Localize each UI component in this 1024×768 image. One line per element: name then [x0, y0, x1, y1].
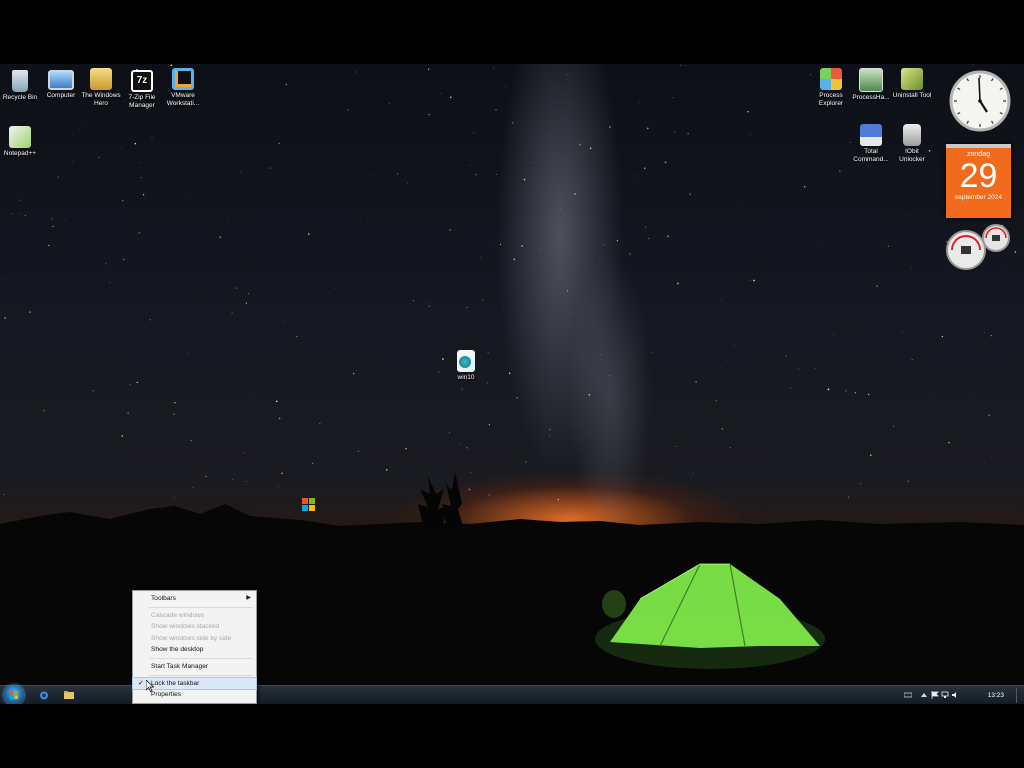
- clock-minute-hand: [978, 77, 981, 102]
- folder-icon: [90, 68, 112, 90]
- checkmark-icon: ✓: [138, 679, 144, 687]
- taskbar-ie-button[interactable]: [37, 689, 51, 702]
- vmware-icon: [172, 68, 194, 90]
- process-hacker-icon: [859, 68, 883, 92]
- desktop-icon-recycle-bin[interactable]: Recycle Bin: [0, 70, 40, 102]
- flag-icon[interactable]: [931, 691, 939, 699]
- globe-icon: [40, 691, 48, 700]
- desktop-icon-windows-hero[interactable]: The Windows Hero: [81, 68, 121, 108]
- taskbar-clock[interactable]: 13:23: [988, 692, 1004, 699]
- win10-file-icon: [457, 350, 475, 372]
- network-icon[interactable]: [941, 691, 949, 699]
- folder-icon: [64, 691, 74, 699]
- menu-item-start-task-manager[interactable]: Start Task Manager: [133, 661, 256, 673]
- taskbar-explorer-button[interactable]: [62, 689, 76, 702]
- taskbar-context-menu: Toolbars ▶ Cascade windows Show windows …: [132, 590, 257, 704]
- system-tray: 13:23: [903, 686, 1024, 704]
- windows-logo-icon: [10, 691, 18, 699]
- clock-gadget[interactable]: [949, 70, 1011, 132]
- start-button[interactable]: [4, 685, 24, 704]
- pine-trees: [418, 472, 465, 534]
- uninstall-tool-icon: [901, 68, 923, 90]
- menu-item-show-desktop[interactable]: Show the desktop: [133, 644, 256, 656]
- 7zip-icon: 7z: [131, 70, 153, 92]
- desktop-icon-vmware[interactable]: VMware Workstati...: [163, 68, 203, 108]
- speaker-icon[interactable]: [951, 691, 959, 699]
- menu-separator: [149, 606, 253, 608]
- menu-item-cascade-windows[interactable]: Cascade windows: [133, 610, 256, 622]
- desktop-icon-computer[interactable]: Computer: [41, 70, 81, 100]
- calendar-gadget[interactable]: zondag 29 september 2024: [946, 144, 1011, 218]
- computer-icon: [48, 70, 74, 90]
- desktop-icon-process-hacker[interactable]: ProcessHa...: [851, 68, 891, 102]
- notepadpp-icon: [9, 126, 31, 148]
- desktop-icon-7zip[interactable]: 7z 7-Zip File Manager: [122, 70, 162, 110]
- desktop-icon-win10[interactable]: win10: [446, 350, 486, 382]
- unlock-icon: [903, 124, 921, 146]
- chevron-up-icon[interactable]: [920, 691, 928, 699]
- desktop-icon-total-commander[interactable]: Total Command...: [851, 124, 891, 164]
- menu-item-show-windows-stacked[interactable]: Show windows stacked: [133, 621, 256, 633]
- recycle-bin-icon: [12, 70, 28, 92]
- process-explorer-icon: [820, 68, 842, 90]
- menu-separator: [149, 674, 253, 676]
- desktop-icon-iobit-unlocker[interactable]: IObit Unlocker: [892, 124, 932, 164]
- desktop[interactable]: Recycle Bin Computer The Windows Hero 7z…: [0, 64, 1024, 704]
- menu-item-toolbars[interactable]: Toolbars ▶: [133, 593, 256, 605]
- desktop-icon-notepadpp[interactable]: Notepad++: [0, 126, 40, 158]
- floppy-disk-icon: [860, 124, 882, 146]
- show-desktop-button[interactable]: [1016, 688, 1024, 703]
- submenu-arrow-icon: ▶: [246, 595, 251, 601]
- desktop-icon-process-explorer[interactable]: Process Explorer: [811, 68, 851, 108]
- windows-logo-icon: [302, 498, 315, 511]
- cpu-meter-gadget[interactable]: [944, 224, 1014, 270]
- mouse-cursor-icon: [146, 680, 154, 692]
- menu-separator: [149, 657, 253, 659]
- keyboard-icon[interactable]: [903, 691, 913, 699]
- calendar-month-year: september 2024: [955, 194, 1002, 201]
- desktop-icon-uninstall-tool[interactable]: Uninstall Tool: [892, 68, 932, 100]
- menu-item-show-windows-side-by-side[interactable]: Show windows side by side: [133, 633, 256, 645]
- calendar-day-number: 29: [959, 157, 998, 195]
